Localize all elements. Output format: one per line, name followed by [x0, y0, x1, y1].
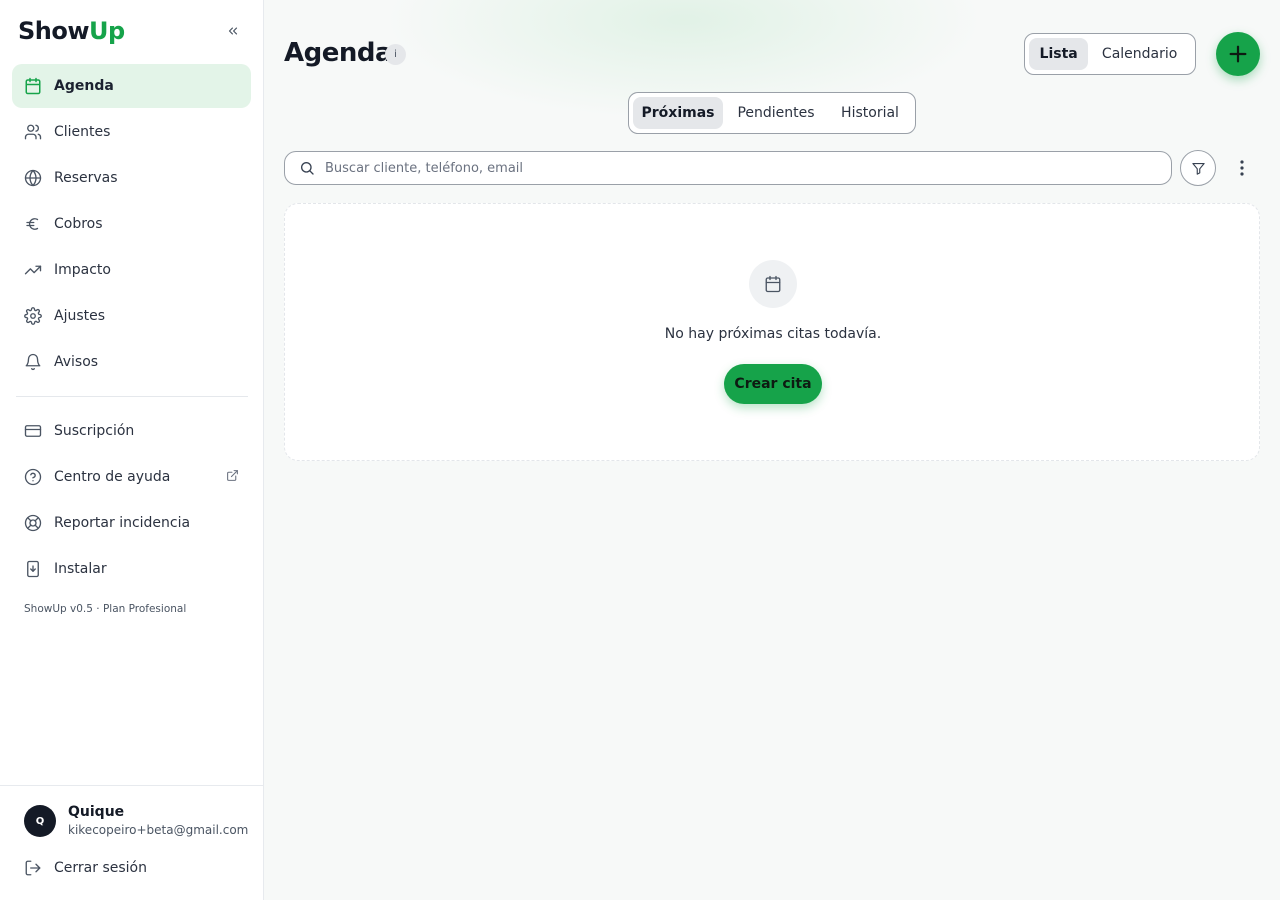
logo-up: Up: [89, 17, 125, 45]
chevrons-left-icon: [228, 27, 238, 35]
create-appointment-button[interactable]: Crear cita: [724, 364, 822, 404]
sidebar-item-label: Clientes: [54, 124, 111, 140]
search-icon: [301, 162, 314, 175]
lifebuoy-icon: [24, 514, 42, 532]
users-icon: [24, 123, 42, 141]
sidebar-item-label: Suscripción: [54, 423, 135, 439]
user-email: kikecopeiro+beta@gmail.com: [68, 823, 249, 837]
collapse-sidebar-button[interactable]: [222, 20, 244, 42]
sidebar-item-label: Ajustes: [54, 308, 106, 324]
logo-show: Show: [18, 17, 90, 45]
tab-historial[interactable]: Historial: [829, 97, 911, 129]
view-calendar-button[interactable]: Calendario: [1088, 38, 1191, 70]
credit-card-icon: [24, 422, 42, 440]
logout-icon: [24, 859, 42, 877]
sidebar-item-label: Reservas: [54, 170, 118, 186]
sidebar-item-suscripcion[interactable]: Suscripción: [12, 409, 251, 453]
globe-icon: [24, 169, 42, 187]
sidebar-item-label: Reportar incidencia: [54, 515, 191, 531]
sidebar-item-cobros[interactable]: Cobros: [12, 202, 251, 246]
bell-icon: [24, 353, 42, 371]
tab-proximas[interactable]: Próximas: [633, 97, 723, 129]
sidebar-item-clientes[interactable]: Clientes: [12, 110, 251, 154]
logout-label: Cerrar sesión: [54, 860, 147, 876]
calendar-icon: [24, 77, 42, 95]
sidebar-item-instalar[interactable]: Instalar: [12, 547, 251, 591]
gear-icon: [24, 307, 42, 325]
sidebar-item-reportar-incidencia[interactable]: Reportar incidencia: [12, 501, 251, 545]
help-circle-icon: [24, 468, 42, 486]
sidebar-item-label: Agenda: [54, 78, 114, 94]
filter-icon: [1191, 162, 1205, 175]
sidebar-item-ajustes[interactable]: Ajustes: [12, 294, 251, 338]
filter-button[interactable]: [1180, 150, 1216, 186]
search-bar: [284, 151, 1172, 185]
user-section: Q Quique kikecopeiro+beta@gmail.com Cerr…: [0, 785, 263, 900]
tab-pendientes[interactable]: Pendientes: [723, 97, 829, 129]
sidebar: ShowUp Agenda Clientes Reservas Cobros I…: [0, 0, 264, 900]
calendar-icon: [749, 260, 797, 308]
euro-icon: [24, 215, 42, 233]
trending-up-icon: [24, 261, 42, 279]
sidebar-secondary-nav: Suscripción Centro de ayuda Reportar inc…: [12, 409, 251, 593]
sidebar-nav: Agenda Clientes Reservas Cobros Impacto …: [12, 64, 251, 386]
plus-icon: [1229, 45, 1247, 63]
sidebar-item-avisos[interactable]: Avisos: [12, 340, 251, 384]
logout-button[interactable]: Cerrar sesión: [12, 846, 251, 890]
app-logo[interactable]: ShowUp: [18, 17, 125, 45]
sidebar-item-label: Instalar: [54, 561, 107, 577]
main-content: Agenda i Lista Calendario Próximas Pendi…: [264, 0, 1280, 900]
add-appointment-button[interactable]: [1216, 32, 1260, 76]
empty-state-message: No hay próximas citas todavía.: [664, 326, 882, 342]
view-toggle: Lista Calendario: [1024, 33, 1196, 75]
logout-area: Cerrar sesión: [12, 846, 251, 892]
sidebar-item-label: Centro de ayuda: [54, 469, 171, 485]
sidebar-item-reservas[interactable]: Reservas: [12, 156, 251, 200]
search-input[interactable]: [325, 160, 1145, 176]
empty-state-card: No hay próximas citas todavía. Crear cit…: [284, 203, 1260, 461]
sidebar-item-impacto[interactable]: Impacto: [12, 248, 251, 292]
sidebar-item-label: Avisos: [54, 354, 99, 370]
sidebar-item-agenda[interactable]: Agenda: [12, 64, 251, 108]
more-vertical-icon: [1240, 160, 1244, 176]
appointment-tabs: Próximas Pendientes Historial: [628, 92, 916, 134]
user-name: Quique: [68, 804, 125, 820]
info-icon[interactable]: i: [385, 44, 406, 65]
avatar[interactable]: Q: [24, 805, 56, 837]
external-link-icon: [226, 469, 239, 486]
more-options-button[interactable]: [1230, 156, 1254, 180]
page-title: Agenda: [284, 38, 393, 68]
app-version: ShowUp v0.5 · Plan Profesional: [24, 603, 187, 615]
sidebar-item-label: Cobros: [54, 216, 103, 232]
sidebar-item-label: Impacto: [54, 262, 111, 278]
view-list-button[interactable]: Lista: [1029, 38, 1089, 70]
install-icon: [24, 560, 42, 578]
sidebar-item-centro-de-ayuda[interactable]: Centro de ayuda: [12, 455, 251, 499]
sidebar-divider: [16, 396, 248, 397]
